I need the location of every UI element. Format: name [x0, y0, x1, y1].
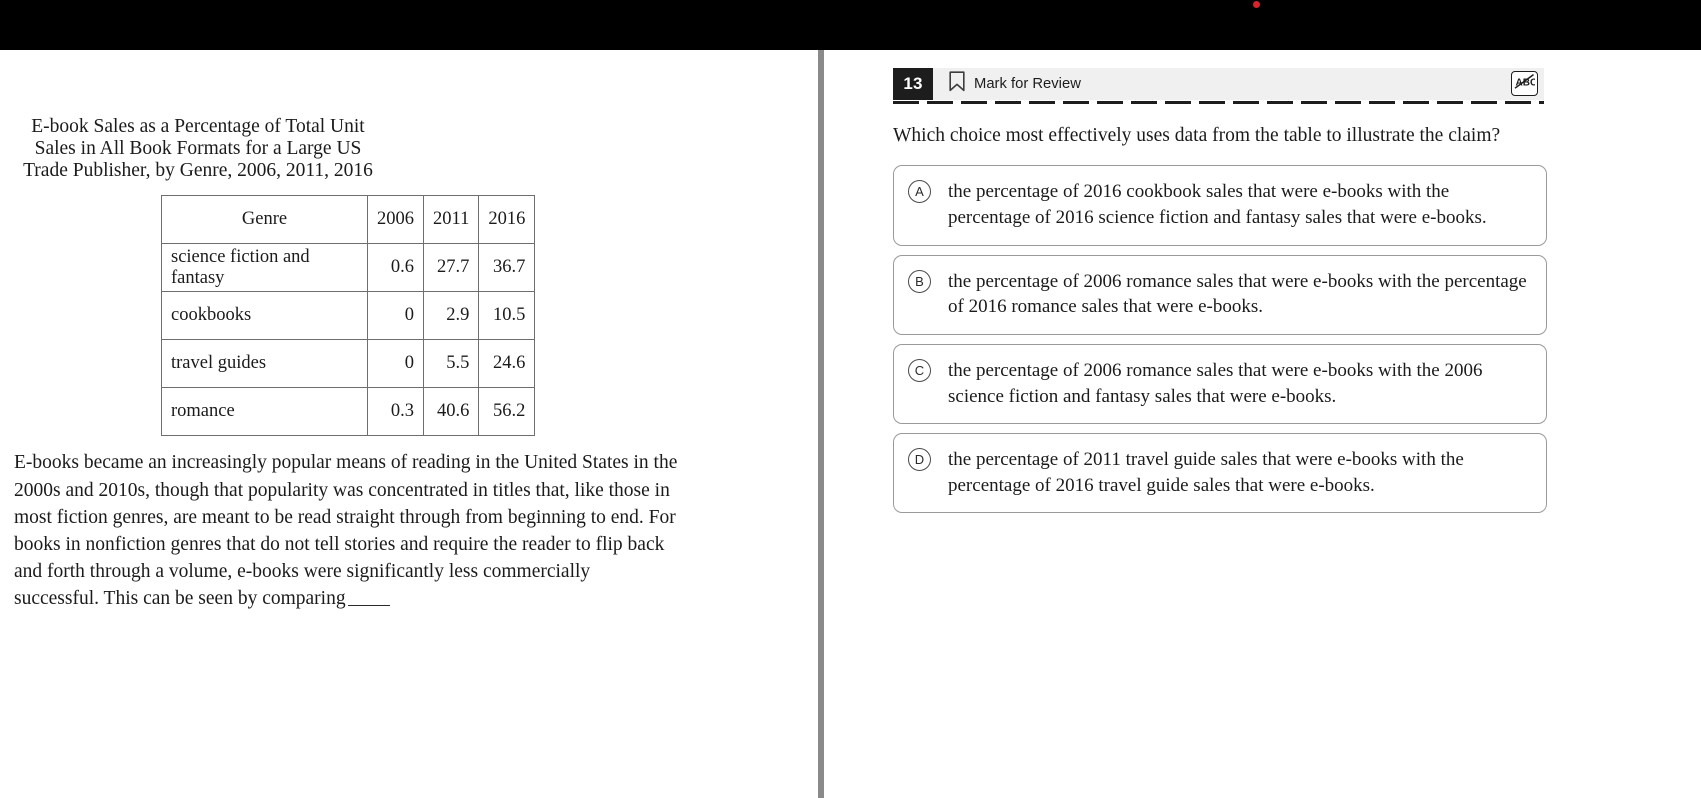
mark-for-review-button[interactable]: Mark for Review — [949, 71, 1081, 97]
question-number-badge: 13 — [893, 68, 933, 100]
ebook-sales-table: Genre 2006 2011 2016 science fiction and… — [161, 195, 536, 437]
abc-strikethrough-icon: ABC — [1514, 73, 1537, 95]
table-title: E-book Sales as a Percentage of Total Un… — [23, 116, 373, 181]
stimulus-pane: E-book Sales as a Percentage of Total Un… — [0, 50, 818, 798]
cell-2006: 0 — [367, 291, 424, 341]
table-header-row: Genre 2006 2011 2016 — [161, 195, 536, 245]
abc-strikethrough-button[interactable]: ABC — [1511, 71, 1538, 96]
column-header-2011: 2011 — [422, 195, 480, 245]
question-pane: 13 Mark for Review ABC Which choice most… — [824, 50, 1701, 798]
cell-2011: 40.6 — [422, 387, 480, 437]
table-row: travel guides 0 5.5 24.6 — [161, 339, 536, 389]
table-head: Genre 2006 2011 2016 — [161, 195, 536, 245]
stimulus-content: E-book Sales as a Percentage of Total Un… — [0, 50, 818, 612]
browser-chrome-bar — [0, 0, 1701, 50]
table-row: science fiction and fantasy 0.6 27.7 36.… — [161, 243, 536, 293]
cell-2016: 36.7 — [478, 243, 536, 293]
cell-2006: 0.6 — [367, 243, 424, 293]
header-dashed-separator — [893, 101, 1544, 104]
choice-text-c: the percentage of 2006 romance sales tha… — [948, 359, 1483, 407]
table-body: science fiction and fantasy 0.6 27.7 36.… — [161, 243, 536, 437]
answer-choice-list: A the percentage of 2016 cookbook sales … — [893, 165, 1547, 514]
table-row: romance 0.3 40.6 56.2 — [161, 387, 536, 437]
cell-2006: 0 — [367, 339, 424, 389]
cell-genre: cookbooks — [161, 291, 368, 341]
cell-2011: 2.9 — [422, 291, 480, 341]
table-row: cookbooks 0 2.9 10.5 — [161, 291, 536, 341]
cell-2016: 24.6 — [478, 339, 536, 389]
data-table-wrapper: Genre 2006 2011 2016 science fiction and… — [160, 195, 673, 437]
choice-text-d: the percentage of 2011 travel guide sale… — [948, 449, 1464, 496]
answer-choice-b[interactable]: B the percentage of 2006 romance sales t… — [893, 254, 1547, 335]
column-header-genre: Genre — [161, 195, 368, 245]
choice-text-a: the percentage of 2016 cookbook sales th… — [948, 181, 1487, 228]
split-view: E-book Sales as a Percentage of Total Un… — [0, 50, 1701, 798]
blank-underline — [347, 586, 390, 606]
recording-indicator-dot — [1253, 1, 1260, 8]
cell-genre: romance — [161, 387, 368, 437]
cell-2016: 56.2 — [478, 387, 536, 437]
question-header-bar: 13 Mark for Review ABC — [893, 68, 1544, 100]
cell-2011: 27.7 — [422, 243, 480, 293]
column-header-2006: 2006 — [367, 195, 424, 245]
column-header-2016: 2016 — [478, 195, 536, 245]
bookmark-icon — [949, 71, 965, 97]
choice-letter-d: D — [908, 448, 931, 472]
svg-text:ABC: ABC — [1516, 77, 1536, 88]
choice-text-b: the percentage of 2006 romance sales tha… — [948, 270, 1527, 318]
passage-body: E-books became an increasingly popular m… — [14, 452, 678, 609]
mark-for-review-label: Mark for Review — [974, 76, 1081, 92]
answer-choice-a[interactable]: A the percentage of 2016 cookbook sales … — [893, 165, 1547, 246]
passage-text: E-books became an increasingly popular m… — [14, 449, 679, 612]
cell-2006: 0.3 — [367, 387, 424, 437]
cell-genre: science fiction and fantasy — [161, 243, 368, 293]
choice-letter-a: A — [908, 180, 931, 204]
answer-choice-d[interactable]: D the percentage of 2011 travel guide sa… — [893, 433, 1547, 514]
cell-2016: 10.5 — [478, 291, 536, 341]
cell-2011: 5.5 — [422, 339, 480, 389]
cell-genre: travel guides — [161, 339, 368, 389]
question-stem: Which choice most effectively uses data … — [893, 125, 1501, 146]
choice-letter-c: C — [908, 358, 931, 382]
answer-choice-c[interactable]: C the percentage of 2006 romance sales t… — [893, 343, 1547, 425]
question-content: 13 Mark for Review ABC Which choice most… — [824, 50, 1701, 514]
exam-screen: E-book Sales as a Percentage of Total Un… — [0, 0, 1701, 798]
choice-letter-b: B — [908, 269, 931, 293]
